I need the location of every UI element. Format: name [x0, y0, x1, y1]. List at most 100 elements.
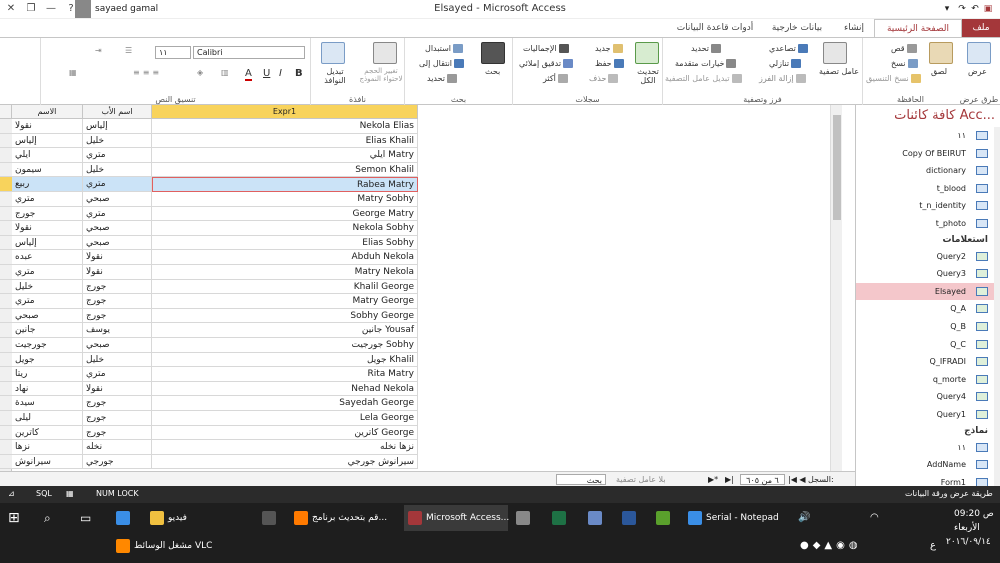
record-selector[interactable] [0, 235, 12, 251]
excel-icon[interactable] [552, 505, 570, 531]
cell-father[interactable]: إلياس [83, 119, 152, 134]
vertical-scrollbar[interactable] [830, 105, 842, 471]
record-selector[interactable] [0, 440, 12, 455]
nav-scrollbar[interactable] [994, 127, 1000, 486]
paint-icon[interactable] [588, 505, 606, 531]
cell-expr1[interactable]: Abduh Nekola [152, 250, 418, 265]
taskbar-item-firefox[interactable]: قم بتحديث برنامج... [294, 505, 402, 531]
taskbar-item-access[interactable]: Microsoft Access... [404, 505, 509, 531]
record-selector[interactable] [0, 177, 12, 192]
search-icon[interactable]: ⌕ [44, 505, 51, 531]
cell-name[interactable]: نقولا [12, 221, 83, 236]
table-row[interactable]: إلياس خليل Elias Khalil [0, 133, 418, 149]
cell-father[interactable]: نخله [83, 440, 152, 455]
cell-name[interactable]: جانين [12, 323, 83, 338]
advanced-button[interactable]: خيارات متقدمة [675, 59, 738, 68]
quick-access-dropdown-icon[interactable]: ▾ [940, 2, 954, 16]
new-record-button[interactable]: جديد [595, 44, 625, 53]
save-record-button[interactable]: حفظ [595, 59, 626, 68]
cell-expr1[interactable]: Sobhy George [152, 308, 418, 324]
column-header-father[interactable]: اسم الأب [83, 105, 152, 119]
bold-button[interactable]: B [295, 68, 303, 79]
copy-button[interactable]: نسخ [891, 59, 920, 68]
cell-father[interactable]: جورج [83, 279, 152, 295]
sort-ascending-button[interactable]: تصاعدي [769, 44, 810, 53]
nav-item-query[interactable]: Query4 [856, 388, 994, 405]
numbering-icon[interactable]: ☰ [125, 46, 132, 55]
cell-expr1[interactable]: George Matry [152, 206, 418, 222]
task-view-icon[interactable]: ▭ [80, 505, 91, 531]
spelling-button[interactable]: تدقيق إملائي [519, 59, 575, 68]
cell-father[interactable]: جورج [83, 294, 152, 309]
cell-name[interactable]: سيمون [12, 162, 83, 178]
table-row[interactable]: صبحي جورج Sobhy George [0, 308, 418, 324]
cut-button[interactable]: قص [891, 44, 919, 53]
cell-expr1[interactable]: كاترين George [152, 425, 418, 441]
cell-expr1[interactable]: Rabea Matry [152, 177, 418, 192]
record-selector[interactable] [0, 454, 12, 470]
record-selector[interactable] [0, 425, 12, 441]
cell-name[interactable]: جورج [12, 206, 83, 222]
paste-icon[interactable] [929, 42, 953, 64]
cell-name[interactable]: متري [12, 192, 83, 207]
cell-father[interactable]: خليل [83, 352, 152, 368]
record-selector[interactable] [0, 338, 12, 353]
table-row[interactable]: متري نقولا Matry Nekola [0, 265, 418, 280]
nav-item-table[interactable]: t_blood [856, 180, 994, 197]
clock-time[interactable]: 09:20 ص [954, 507, 994, 521]
totals-button[interactable]: الإجماليات [523, 44, 571, 53]
refresh-all-button[interactable]: تحديث الكل [633, 67, 663, 85]
tray-icons[interactable]: ●◆▲◉◍ [800, 533, 862, 559]
nav-item-form[interactable]: AddName [856, 456, 994, 473]
cell-name[interactable]: نقولا [12, 119, 83, 134]
cell-name[interactable]: ريتا [12, 367, 83, 382]
selection-button[interactable]: تحديد [691, 44, 723, 53]
table-row[interactable]: ليلى جورج Lela George [0, 411, 418, 426]
table-row[interactable]: سيرانوش جورجي سيرانوش جورجي [0, 454, 418, 470]
cell-expr1[interactable]: Elias Khalil [152, 133, 418, 149]
tab-file[interactable]: ملف [962, 19, 1000, 37]
cell-father[interactable]: نقولا [83, 381, 152, 397]
table-row[interactable]: إلياس صبحي Elias Sobhy [0, 235, 418, 251]
more-button[interactable]: أكثر [543, 74, 570, 83]
column-header-expr1[interactable]: Expr1 [152, 105, 418, 119]
find-button[interactable]: بحث [485, 67, 500, 76]
nav-item-table[interactable]: ١١ [856, 127, 994, 144]
filter-button[interactable]: عامل تصفية [819, 67, 859, 76]
table-row[interactable]: نقولا إلياس Nekola Elias [0, 119, 418, 134]
tab-home[interactable]: الصفحة الرئيسية [874, 19, 962, 37]
record-selector[interactable] [0, 192, 12, 207]
cell-name[interactable]: خليل [12, 279, 83, 295]
nav-item-query[interactable]: Elsayed [856, 282, 994, 300]
table-row[interactable]: خليل جورج Khalil George [0, 279, 418, 295]
cell-father[interactable]: يوسف [83, 323, 152, 338]
nav-item-query[interactable]: Query1 [856, 406, 994, 423]
view-icon[interactable] [967, 42, 991, 64]
cell-name[interactable]: متري [12, 265, 83, 280]
select-all-corner[interactable] [0, 105, 12, 119]
cell-father[interactable]: خليل [83, 133, 152, 149]
table-row[interactable]: نقولا صبحي Nekola Sobhy [0, 221, 418, 236]
nav-group-queries[interactable]: استعلامات [856, 233, 994, 248]
design-view-icon[interactable]: ⊿ [8, 489, 15, 498]
tab-external-data[interactable]: بيانات خارجية [760, 19, 834, 37]
nav-item-query[interactable]: Q_A [856, 300, 994, 317]
fit-form-button[interactable]: تغيير الحجم لاحتواء النموذج [357, 67, 405, 83]
cell-name[interactable]: عبده [12, 250, 83, 265]
sort-descending-button[interactable]: تنازلي [769, 59, 803, 68]
cell-name[interactable]: نزها [12, 440, 83, 455]
record-selector[interactable] [0, 206, 12, 222]
record-selector[interactable] [0, 148, 12, 163]
nav-item-query[interactable]: Query3 [856, 265, 994, 282]
nav-last-icon[interactable]: ▶| [725, 474, 734, 485]
view-button[interactable]: عرض [968, 67, 987, 76]
nav-new-record-icon[interactable]: ▶* [708, 474, 718, 485]
scrollbar-thumb[interactable] [833, 115, 841, 220]
nav-group-forms[interactable]: نماذج [856, 424, 994, 439]
cell-name[interactable]: كاترين [12, 425, 83, 441]
cell-name[interactable]: سيدة [12, 396, 83, 411]
table-row[interactable]: نزها نخله نزها نخله [0, 440, 418, 455]
record-selector[interactable] [0, 221, 12, 236]
column-header-name[interactable]: الاسم [12, 105, 83, 119]
edge-icon[interactable] [116, 505, 134, 531]
